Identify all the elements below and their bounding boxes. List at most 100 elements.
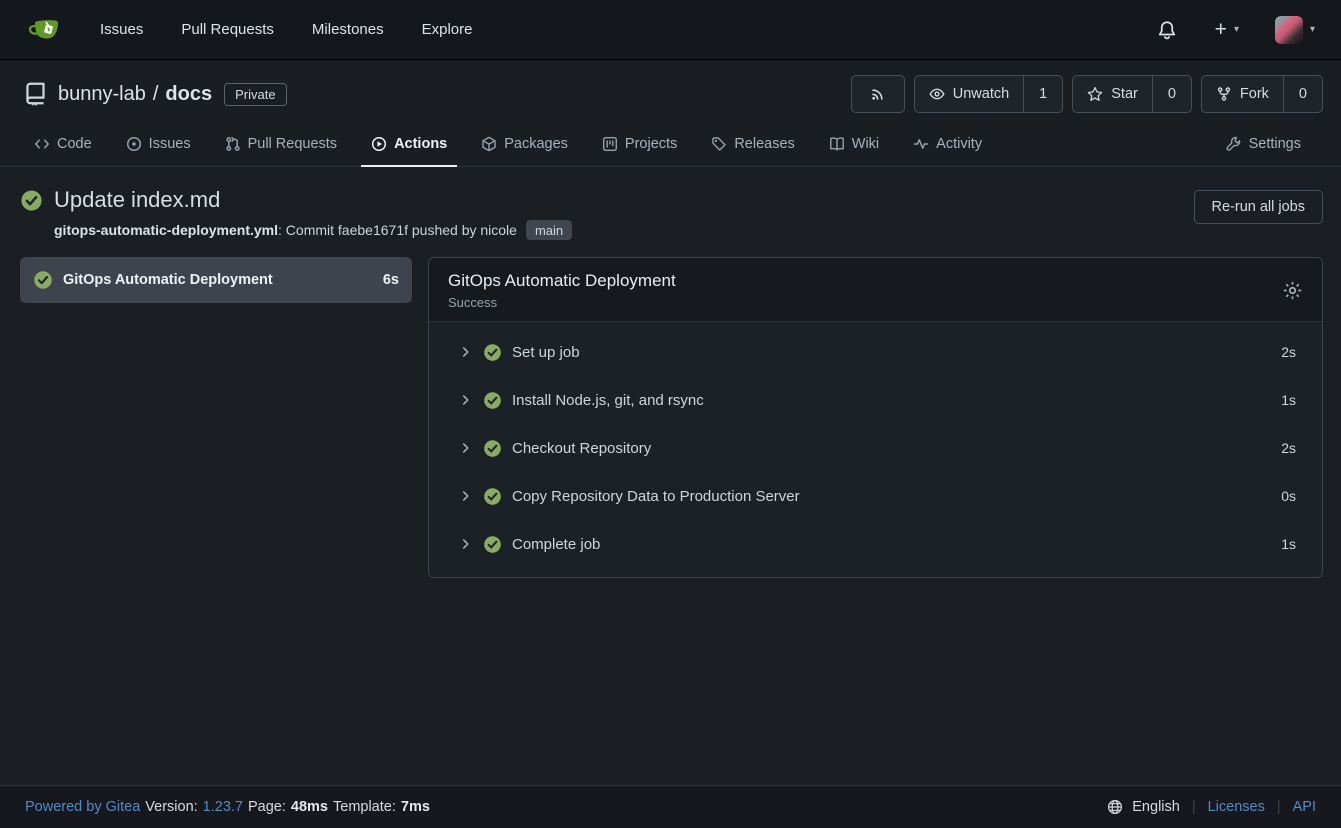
version-link[interactable]: 1.23.7 bbox=[203, 799, 243, 815]
topnav-right: + ▾ ▾ bbox=[1157, 16, 1315, 44]
job-steps-panel: GitOps Automatic Deployment Success Set … bbox=[428, 257, 1323, 578]
star-count[interactable]: 0 bbox=[1152, 76, 1191, 112]
tab-pull-requests[interactable]: Pull Requests bbox=[215, 125, 347, 167]
panel-job-title: GitOps Automatic Deployment bbox=[448, 271, 1282, 291]
tab-actions[interactable]: Actions bbox=[361, 125, 457, 167]
page-footer: Powered by Gitea Version: 1.23.7 Page: 4… bbox=[0, 785, 1341, 828]
watch-button-group: Unwatch 1 bbox=[914, 75, 1064, 113]
tab-code[interactable]: Code bbox=[24, 125, 102, 167]
panel-titles: GitOps Automatic Deployment Success bbox=[448, 271, 1282, 310]
step-duration: 2s bbox=[1281, 440, 1296, 456]
eye-icon bbox=[929, 86, 945, 102]
fork-label: Fork bbox=[1240, 86, 1269, 102]
user-avatar bbox=[1275, 16, 1303, 44]
repo-tabs: Code Issues Pull Requests Actions Packag… bbox=[24, 125, 1323, 166]
tab-label: Issues bbox=[149, 136, 191, 152]
pulse-icon bbox=[913, 136, 929, 152]
chevron-right-icon[interactable] bbox=[459, 537, 473, 551]
step-row-install[interactable]: Install Node.js, git, and rsync 1s bbox=[429, 376, 1322, 424]
visibility-badge: Private bbox=[224, 83, 286, 106]
language-selector[interactable]: English bbox=[1132, 799, 1180, 815]
repo-owner-link[interactable]: bunny-lab bbox=[58, 83, 146, 106]
watch-count[interactable]: 1 bbox=[1023, 76, 1062, 112]
page-time: 48ms bbox=[291, 799, 328, 815]
step-name: Copy Repository Data to Production Serve… bbox=[512, 488, 1271, 505]
fork-button[interactable]: Fork bbox=[1202, 76, 1283, 112]
footer-left: Powered by Gitea Version: 1.23.7 Page: 4… bbox=[25, 799, 430, 815]
code-icon bbox=[34, 136, 50, 152]
tab-issues[interactable]: Issues bbox=[116, 125, 201, 167]
step-name: Checkout Repository bbox=[512, 440, 1271, 457]
success-check-icon bbox=[33, 270, 53, 290]
step-row-checkout[interactable]: Checkout Repository 2s bbox=[429, 424, 1322, 472]
notifications-bell-icon[interactable] bbox=[1157, 19, 1177, 41]
success-check-icon bbox=[20, 189, 43, 212]
tab-activity[interactable]: Activity bbox=[903, 125, 992, 167]
issue-circle-icon bbox=[126, 136, 142, 152]
tab-settings[interactable]: Settings bbox=[1216, 125, 1311, 167]
nav-pull-requests[interactable]: Pull Requests bbox=[181, 21, 274, 38]
star-button-group: Star 0 bbox=[1072, 75, 1192, 113]
tab-label: Pull Requests bbox=[248, 136, 337, 152]
licenses-link[interactable]: Licenses bbox=[1208, 799, 1265, 815]
repo-name-link[interactable]: docs bbox=[165, 83, 212, 106]
star-icon bbox=[1087, 86, 1103, 102]
step-duration: 1s bbox=[1281, 392, 1296, 408]
step-row-copy[interactable]: Copy Repository Data to Production Serve… bbox=[429, 472, 1322, 520]
nav-milestones[interactable]: Milestones bbox=[312, 21, 384, 38]
tab-label: Actions bbox=[394, 136, 447, 152]
book-icon bbox=[829, 136, 845, 152]
rerun-all-jobs-button[interactable]: Re-run all jobs bbox=[1194, 190, 1324, 224]
pull-request-icon bbox=[225, 136, 241, 152]
gear-icon[interactable] bbox=[1282, 280, 1303, 301]
fork-icon bbox=[1216, 86, 1232, 102]
play-circle-icon bbox=[371, 136, 387, 152]
tab-packages[interactable]: Packages bbox=[471, 125, 578, 167]
repo-breadcrumb: bunny-lab / docs bbox=[58, 83, 212, 106]
create-new-menu[interactable]: + ▾ bbox=[1215, 19, 1239, 40]
step-row-complete[interactable]: Complete job 1s bbox=[429, 520, 1322, 568]
chevron-right-icon[interactable] bbox=[459, 441, 473, 455]
nav-issues[interactable]: Issues bbox=[100, 21, 143, 38]
repo-title-row: bunny-lab / docs Private Unwatch 1 Star bbox=[24, 75, 1323, 113]
user-menu[interactable]: ▾ bbox=[1275, 16, 1315, 44]
run-body: GitOps Automatic Deployment 6s GitOps Au… bbox=[20, 257, 1323, 578]
tab-projects[interactable]: Projects bbox=[592, 125, 687, 167]
success-check-icon bbox=[483, 439, 502, 458]
tools-icon bbox=[1226, 136, 1242, 152]
step-duration: 1s bbox=[1281, 536, 1296, 552]
api-link[interactable]: API bbox=[1293, 799, 1316, 815]
nav-explore[interactable]: Explore bbox=[422, 21, 473, 38]
rss-button[interactable] bbox=[851, 75, 905, 113]
success-check-icon bbox=[483, 391, 502, 410]
workflow-file-link[interactable]: gitops-automatic-deployment.yml bbox=[54, 222, 278, 238]
success-check-icon bbox=[483, 343, 502, 362]
fork-count[interactable]: 0 bbox=[1283, 76, 1322, 112]
job-duration: 6s bbox=[383, 272, 399, 288]
star-button[interactable]: Star bbox=[1073, 76, 1152, 112]
unwatch-label: Unwatch bbox=[953, 86, 1009, 102]
gitea-logo[interactable] bbox=[28, 13, 62, 47]
chevron-right-icon[interactable] bbox=[459, 393, 473, 407]
divider: | bbox=[1270, 799, 1288, 815]
unwatch-button[interactable]: Unwatch bbox=[915, 76, 1023, 112]
tab-label: Settings bbox=[1249, 136, 1301, 152]
chevron-right-icon[interactable] bbox=[459, 489, 473, 503]
step-name: Set up job bbox=[512, 344, 1271, 361]
tab-wiki[interactable]: Wiki bbox=[819, 125, 889, 167]
divider: | bbox=[1185, 799, 1203, 815]
powered-by-gitea-link[interactable]: Powered by Gitea bbox=[25, 799, 140, 815]
package-icon bbox=[481, 136, 497, 152]
tab-releases[interactable]: Releases bbox=[701, 125, 804, 167]
top-navbar: Issues Pull Requests Milestones Explore … bbox=[0, 0, 1341, 60]
branch-badge[interactable]: main bbox=[526, 220, 572, 240]
step-row-setup[interactable]: Set up job 2s bbox=[429, 328, 1322, 376]
run-title: Update index.md bbox=[54, 187, 220, 213]
chevron-right-icon[interactable] bbox=[459, 345, 473, 359]
tab-label: Releases bbox=[734, 136, 794, 152]
tab-label: Projects bbox=[625, 136, 677, 152]
tab-label: Packages bbox=[504, 136, 568, 152]
job-list-item-selected[interactable]: GitOps Automatic Deployment 6s bbox=[20, 257, 412, 303]
breadcrumb-separator: / bbox=[153, 83, 159, 106]
panel-job-status: Success bbox=[448, 295, 1282, 310]
